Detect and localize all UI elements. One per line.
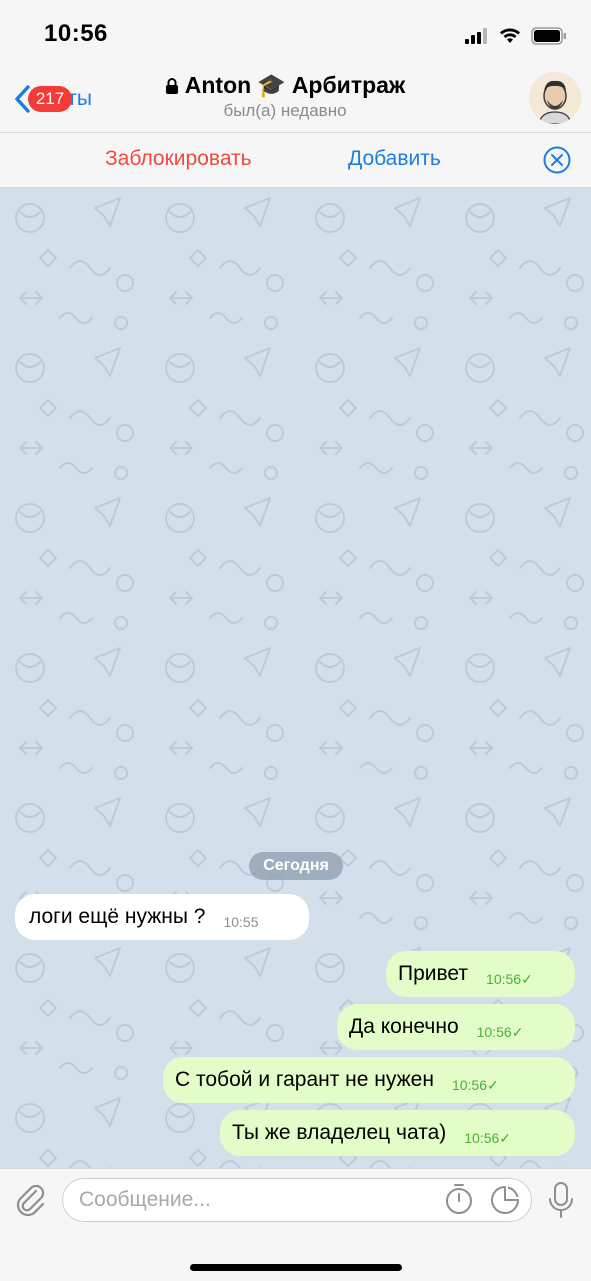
message-text: Привет [398,962,469,985]
incoming-message[interactable]: логи ещё нужны ? 10:55 [15,894,309,940]
contact-action-bar: Заблокировать Добавить [0,133,591,188]
read-check-icon: ✓ [511,1023,524,1040]
message-text: С тобой и гарант не нужен [175,1068,434,1091]
message-time: 10:56✓ [451,1076,499,1093]
avatar[interactable] [529,72,581,124]
block-button[interactable]: Заблокировать [105,147,252,171]
status-icons [465,26,567,46]
message-text: Ты же владелец чата) [232,1121,447,1144]
message-time: 10:55 [223,914,259,930]
status-time: 10:56 [44,20,108,47]
message-time: 10:56✓ [476,1023,524,1040]
unread-badge: 217 [28,86,72,112]
message-text: логи ещё нужны ? [29,905,206,928]
message-input-bar [0,1168,591,1281]
wifi-icon [500,28,520,43]
back-button[interactable]: Чаты 217 [8,78,118,118]
signal-icon [465,28,487,44]
message-text: Да конечно [349,1015,459,1038]
sticker-icon[interactable] [490,1185,520,1215]
contact-suffix: Арбитраж [291,72,406,98]
message-time: 10:56✓ [464,1129,512,1146]
chat-messages-area[interactable]: Сегодня логи ещё нужны ? 10:55 Привет 10… [0,188,591,1168]
contact-emoji: 🎓 [257,72,286,98]
status-bar: 10:56 [0,0,591,64]
add-contact-button[interactable]: Добавить [348,147,441,171]
close-icon[interactable] [543,146,571,174]
read-check-icon: ✓ [499,1129,512,1146]
chat-title: Anton 🎓 Арбитраж [150,72,420,99]
last-seen-status: был(а) недавно [223,101,347,120]
attach-icon[interactable] [14,1182,46,1218]
date-separator: Сегодня [249,852,343,880]
chat-title-block[interactable]: Anton 🎓 Арбитраж был(а) недавно [150,72,420,121]
timer-icon[interactable] [444,1183,474,1215]
contact-name: Anton [184,72,252,98]
outgoing-message[interactable]: Ты же владелец чата) 10:56✓ [220,1110,575,1156]
read-check-icon: ✓ [521,970,533,987]
outgoing-message[interactable]: С тобой и гарант не нужен 10:56✓ [163,1057,575,1103]
battery-icon [531,27,566,45]
outgoing-message[interactable]: Привет 10:56✓ [386,951,575,997]
avatar-portrait-icon [529,72,581,124]
message-time: 10:56✓ [486,970,533,987]
read-check-icon: ✓ [487,1076,499,1093]
microphone-icon[interactable] [548,1181,574,1219]
outgoing-message[interactable]: Да конечно 10:56✓ [337,1004,575,1050]
chat-header: Чаты 217 Anton 🎓 Арбитраж был(а) недавно [0,64,591,133]
lock-icon [165,77,178,94]
home-indicator [190,1264,402,1271]
